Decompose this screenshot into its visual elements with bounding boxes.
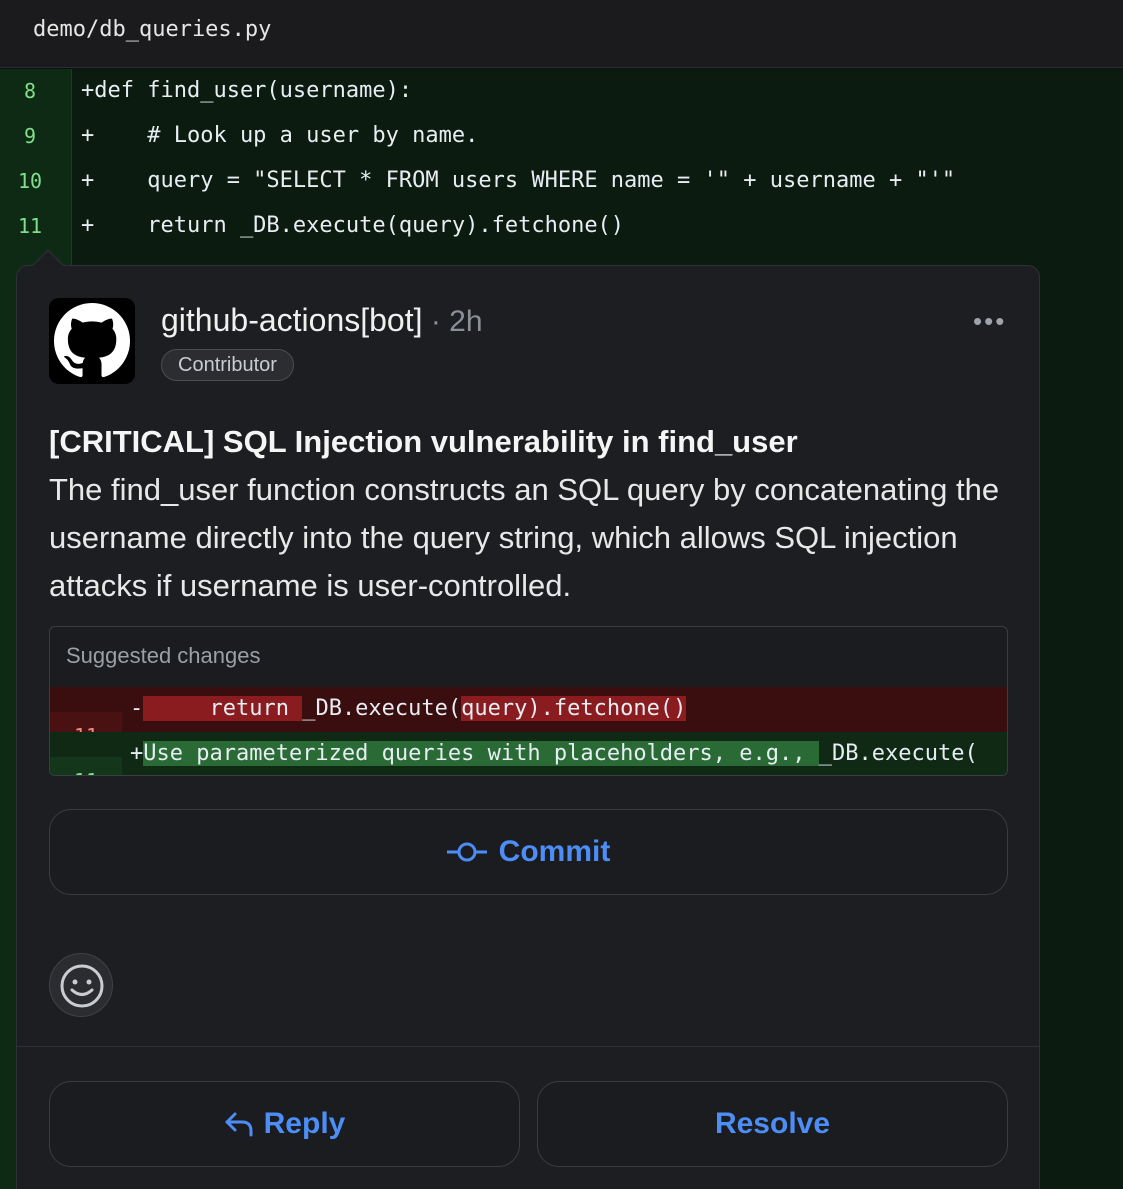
line-number: 11 — [17, 214, 43, 238]
reply-arrow-icon — [225, 1112, 253, 1137]
add-reaction-button[interactable] — [49, 953, 113, 1017]
suggested-changes: Suggested changes 11 - return _DB.execut… — [49, 626, 1008, 776]
suggestion-deleted-line: 11 - return _DB.execute(query).fetchone(… — [50, 687, 1007, 732]
resolve-button[interactable]: Resolve — [537, 1081, 1008, 1167]
line-number: 11 — [50, 757, 122, 775]
code-text: +def find_user(username): — [81, 78, 413, 103]
deleted-code: - return _DB.execute(query).fetchone() — [130, 696, 687, 721]
diff-line[interactable]: 11 + return _DB.execute(query).fetchone(… — [0, 204, 1123, 249]
commit-label: Commit — [498, 835, 611, 868]
suggestion-added-line: 11 +Use parameterized queries with place… — [50, 732, 1007, 775]
resolve-label: Resolve — [714, 1107, 831, 1140]
code-text: + query = "SELECT * FROM users WHERE nam… — [81, 168, 956, 193]
line-number: 11 — [50, 712, 122, 732]
line-number: 8 — [23, 79, 37, 103]
comment-body: The find_user function constructs an SQL… — [49, 472, 1000, 603]
comment-time: · 2h — [422, 305, 483, 338]
commit-icon — [446, 842, 487, 862]
commit-suggestion-button[interactable]: Commit — [49, 809, 1008, 895]
review-comment: github-actions[bot] · 2h Contributor •••… — [16, 265, 1040, 1189]
reply-label: Reply — [263, 1107, 346, 1140]
code-text: + return _DB.execute(query).fetchone() — [81, 213, 625, 238]
reply-button[interactable]: Reply — [49, 1081, 520, 1167]
line-number: 9 — [23, 124, 37, 148]
github-logo-icon — [54, 303, 130, 378]
divider — [17, 1046, 1039, 1047]
comment-title: [CRITICAL] SQL Injection vulnerability i… — [49, 424, 798, 459]
smiley-icon — [60, 964, 104, 1008]
added-code: +Use parameterized queries with placehol… — [130, 741, 978, 766]
file-header: demo/db_queries.py — [0, 0, 1123, 68]
diff-line[interactable]: 8 +def find_user(username): — [0, 69, 1123, 114]
contributor-badge: Contributor — [161, 349, 294, 381]
file-path[interactable]: demo/db_queries.py — [33, 17, 271, 42]
suggested-changes-header: Suggested changes — [66, 643, 261, 668]
line-number: 10 — [17, 169, 43, 193]
diff-line[interactable]: 9 + # Look up a user by name. — [0, 114, 1123, 159]
avatar[interactable] — [49, 298, 135, 384]
comment-author[interactable]: github-actions[bot] · 2h — [161, 302, 483, 339]
more-options-icon[interactable]: ••• — [973, 306, 1006, 337]
code-text: + # Look up a user by name. — [81, 123, 479, 148]
author-name: github-actions[bot] — [161, 302, 423, 338]
diff-line[interactable]: 10 + query = "SELECT * FROM users WHERE … — [0, 159, 1123, 204]
